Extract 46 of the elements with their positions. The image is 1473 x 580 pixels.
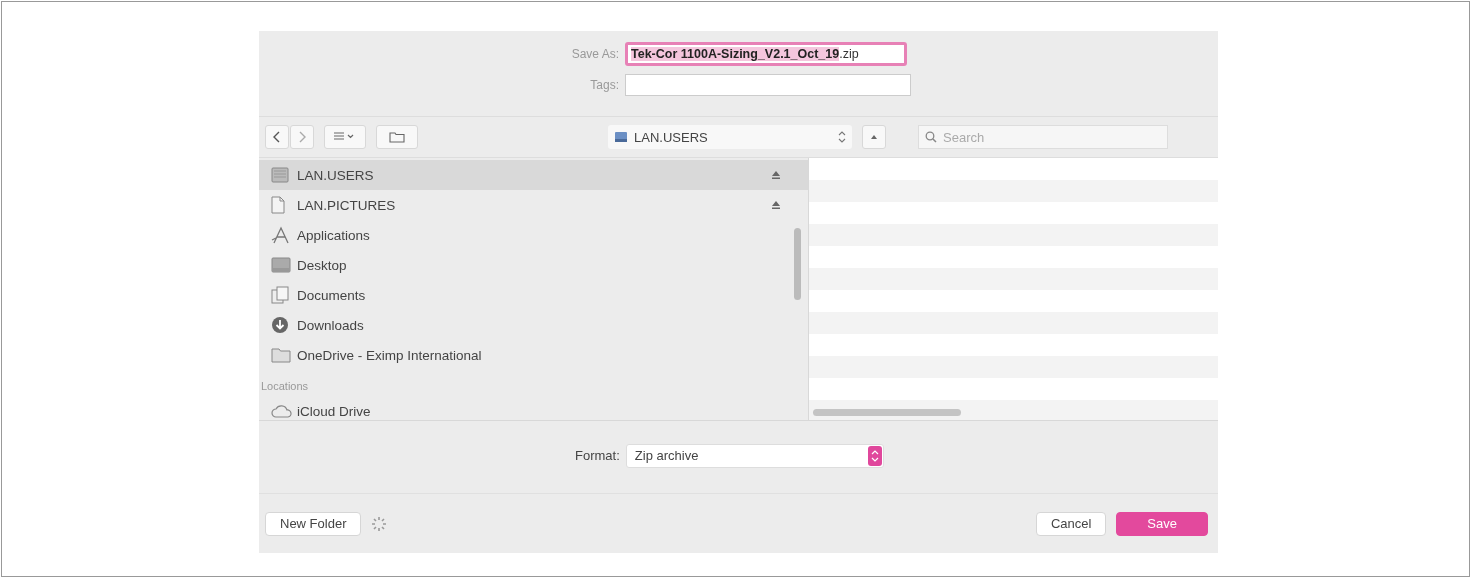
document-icon	[271, 196, 285, 214]
list-view-icon	[334, 132, 356, 142]
save-button[interactable]: Save	[1116, 511, 1208, 536]
view-options-button[interactable]	[324, 125, 366, 149]
sidebar-item[interactable]: LAN.USERS	[259, 160, 808, 190]
cloud-icon	[271, 404, 293, 418]
stepper-icon	[838, 131, 846, 143]
back-icon	[272, 131, 282, 143]
drive-icon	[614, 131, 628, 143]
sidebar-item[interactable]: Applications	[259, 220, 808, 250]
new-folder-button[interactable]: New Folder	[265, 511, 362, 536]
format-dropdown[interactable]: Zip archive	[625, 443, 884, 468]
eject-icon[interactable]	[772, 201, 780, 209]
tags-label: Tags:	[589, 78, 619, 92]
desktop-icon	[271, 257, 291, 273]
cancel-button[interactable]: Cancel	[1035, 511, 1107, 536]
tags-field[interactable]	[625, 74, 911, 96]
forward-button[interactable]	[290, 125, 314, 149]
download-icon	[271, 316, 289, 334]
save-as-label: Save As:	[570, 47, 619, 61]
sidebar-item[interactable]: iCloud Drive	[259, 396, 808, 420]
scrollbar[interactable]	[813, 409, 961, 416]
new-folder-icon-button[interactable]	[376, 125, 418, 149]
filename-field[interactable]: Tek-Cor 1100A-Sizing_V2.1_Oct_19.zip	[625, 42, 907, 66]
stepper-icon	[867, 445, 882, 466]
sidebar-item[interactable]: LAN.PICTURES	[259, 190, 808, 220]
scrollbar[interactable]	[794, 228, 801, 300]
applications-icon	[271, 226, 291, 244]
format-label: Format:	[575, 448, 620, 463]
sidebar-item[interactable]: Documents	[259, 280, 808, 310]
search-field[interactable]: Search	[918, 125, 1168, 149]
location-popup[interactable]: LAN.USERS	[608, 125, 852, 149]
sidebar-item[interactable]: Desktop	[259, 250, 808, 280]
documents-icon	[271, 286, 289, 304]
folder-icon	[389, 131, 405, 143]
sidebar-item[interactable]: Downloads	[259, 310, 808, 340]
drive-icon	[271, 167, 289, 183]
section-header: Locations	[260, 379, 310, 394]
expand-button[interactable]	[862, 125, 886, 149]
back-button[interactable]	[265, 125, 289, 149]
sidebar-item[interactable]: OneDrive - Eximp International	[259, 340, 808, 370]
eject-icon[interactable]	[772, 171, 780, 179]
caret-icon	[870, 134, 878, 140]
folder-icon	[271, 347, 291, 363]
forward-icon	[297, 131, 307, 143]
spinner-icon	[371, 515, 388, 532]
